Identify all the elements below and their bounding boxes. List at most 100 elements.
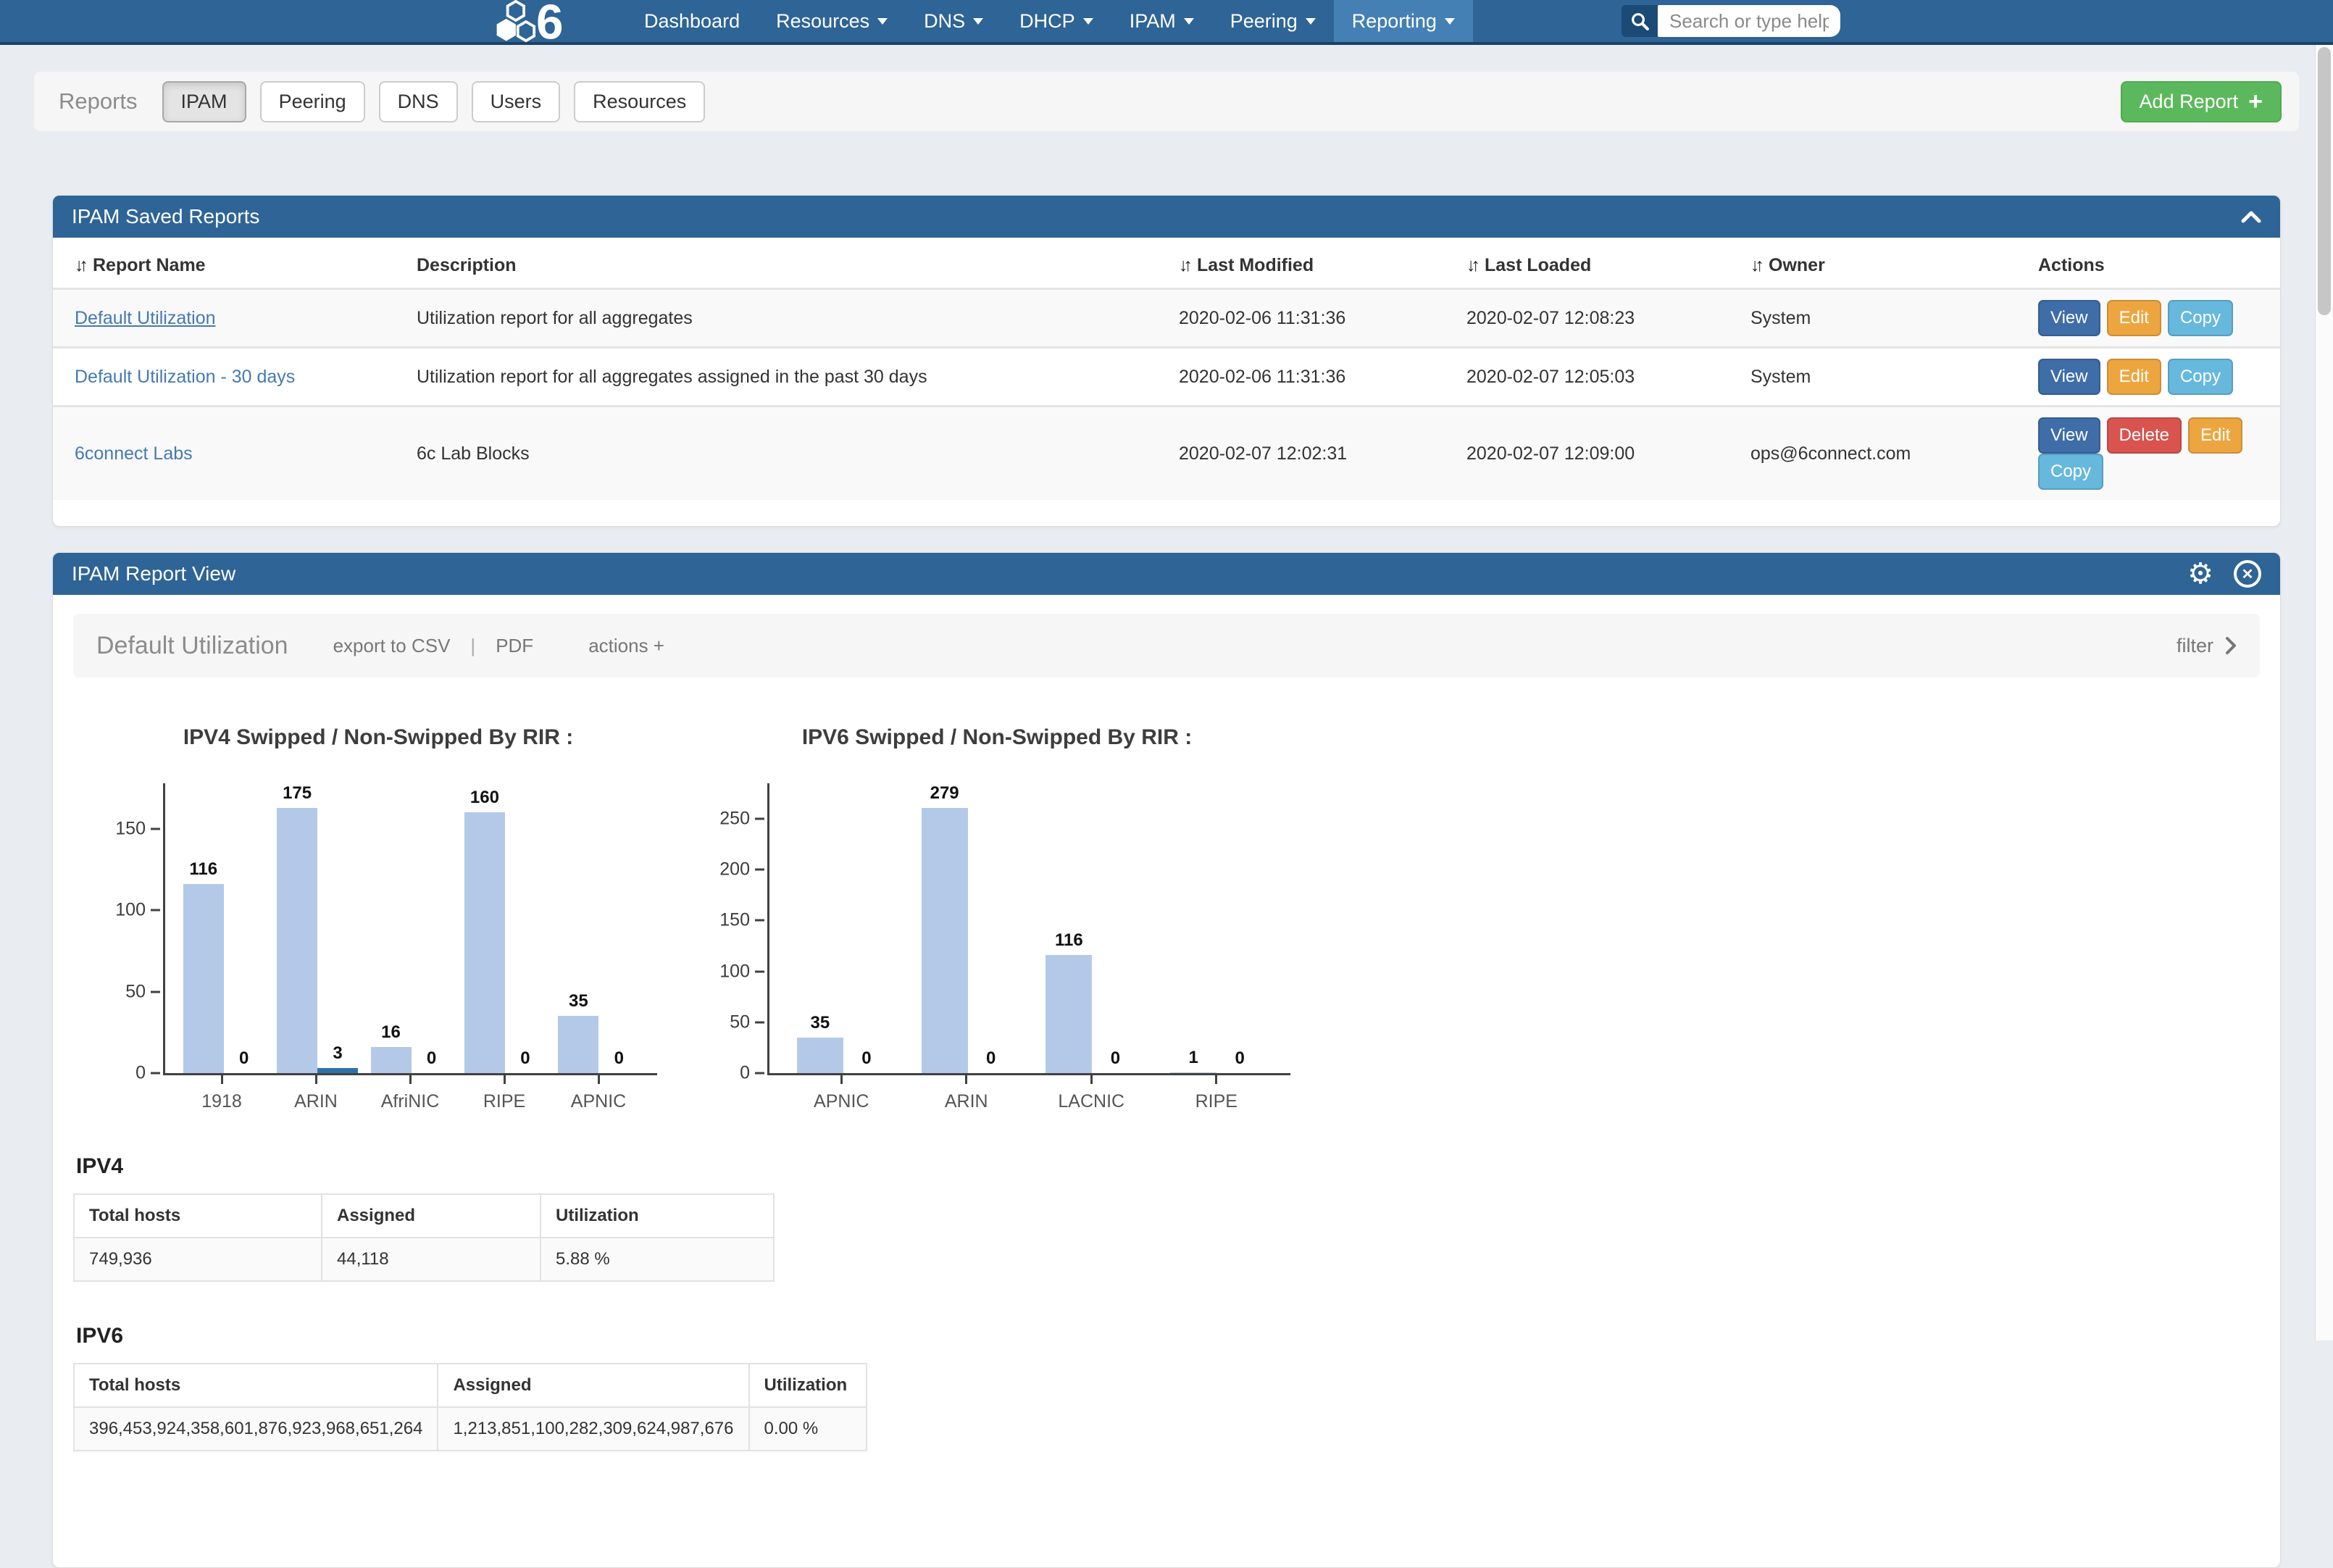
y-tick-label: 150 [719, 910, 750, 931]
tab-resources[interactable]: Resources [574, 81, 705, 122]
x-axis-label: ARIN [294, 1091, 338, 1112]
column-label: Report Name [93, 255, 206, 275]
y-tick-mark [755, 919, 764, 922]
gear-icon[interactable]: ⚙ [2187, 559, 2213, 588]
report-tabs: IPAM Peering DNS Users Resources [162, 81, 719, 122]
6connect-logo[interactable]: 6 [493, 0, 601, 43]
ipv6-chart: IPV6 Swipped / Non-Swipped By RIR :05010… [704, 714, 1290, 1112]
table-header-row: ↓↑Report NameDescription↓↑Last Modified↓… [53, 238, 2280, 289]
row-actions: ViewEditCopy [2027, 348, 2280, 406]
nav-item-reporting[interactable]: Reporting [1334, 0, 1473, 42]
add-report-button[interactable]: Add Report + [2121, 81, 2282, 122]
sort-icon: ↓↑ [1179, 255, 1188, 275]
ipv6-summary-table: Total hostsAssignedUtilization396,453,92… [73, 1363, 867, 1451]
edit-button[interactable]: Edit [2188, 417, 2242, 454]
edit-button[interactable]: Edit [2107, 300, 2161, 336]
x-tick-mark [840, 1075, 843, 1084]
y-tick-label: 100 [115, 900, 146, 921]
x-axis-label: APNIC [814, 1091, 869, 1112]
ipv4-section-heading: IPV4 [76, 1154, 2280, 1179]
view-button[interactable]: View [2038, 300, 2100, 336]
view-button[interactable]: View [2038, 417, 2100, 454]
export-pdf-link[interactable]: PDF [496, 635, 533, 657]
chart-plot: 0501001502002503502790116010 [767, 783, 1290, 1075]
filter-toggle[interactable]: filter [2177, 635, 2237, 657]
owner-value: System [1739, 348, 2027, 406]
summary-value: 1,213,851,100,282,309,624,987,676 [438, 1407, 748, 1451]
column-header-last-loaded[interactable]: ↓↑Last Loaded [1455, 238, 1739, 289]
bar-swipped [1170, 1072, 1216, 1073]
caret-down-icon [1306, 18, 1316, 25]
export-csv-link[interactable]: export to CSV [333, 635, 451, 657]
bar-non-swipped [317, 1068, 358, 1073]
nav-item-dns[interactable]: DNS [906, 0, 1001, 42]
plus-icon: + [2248, 93, 2263, 110]
bar-group-ripe: 10 [1154, 783, 1279, 1073]
last-loaded-value: 2020-02-07 12:05:03 [1455, 348, 1739, 406]
column-header-owner[interactable]: ↓↑Owner [1739, 238, 2027, 289]
last-modified-value: 2020-02-06 11:31:36 [1167, 348, 1455, 406]
nav-item-dhcp[interactable]: DHCP [1001, 0, 1111, 42]
summary-column-utilization: Utilization [541, 1194, 774, 1238]
bar-swipped [464, 812, 505, 1073]
y-tick-mark [151, 909, 160, 912]
nav-item-dashboard[interactable]: Dashboard [626, 0, 758, 42]
last-modified-value: 2020-02-06 11:31:36 [1167, 289, 1455, 348]
bar-value-label: 0 [861, 1048, 871, 1069]
y-tick-label: 0 [740, 1063, 750, 1084]
y-tick-mark [755, 1072, 764, 1075]
saved-reports-body: Default UtilizationUtilization report fo… [53, 289, 2280, 501]
report-name-link[interactable]: Default Utilization [75, 308, 216, 328]
copy-button[interactable]: Copy [2168, 300, 2233, 336]
summary-value: 5.88 % [541, 1238, 774, 1281]
bar-group-arin: 1753 [270, 783, 364, 1073]
tab-ipam[interactable]: IPAM [162, 81, 246, 122]
saved-reports-panel: IPAM Saved Reports ↓↑Report NameDescript… [52, 195, 2281, 527]
edit-button[interactable]: Edit [2107, 359, 2161, 395]
bar-value-label: 175 [283, 783, 312, 804]
report-name-link[interactable]: Default Utilization - 30 days [75, 367, 295, 387]
nav-item-ipam[interactable]: IPAM [1111, 0, 1212, 42]
summary-column-assigned: Assigned [438, 1364, 748, 1407]
x-tick-mark [221, 1075, 223, 1084]
delete-button[interactable]: Delete [2107, 417, 2182, 454]
bar-swipped [797, 1038, 843, 1073]
y-axis-tick: 0 [99, 1063, 160, 1084]
copy-button[interactable]: Copy [2038, 454, 2103, 490]
y-tick-mark [151, 1072, 160, 1075]
x-axis-label: LACNIC [1058, 1091, 1124, 1112]
y-tick-label: 150 [115, 818, 146, 839]
y-tick-label: 250 [719, 809, 750, 830]
column-label: Last Loaded [1485, 255, 1591, 275]
svg-text:6: 6 [536, 0, 564, 49]
column-header-report-name[interactable]: ↓↑Report Name [53, 238, 405, 289]
chevron-up-icon[interactable] [2241, 211, 2261, 223]
table-row: 6connect Labs6c Lab Blocks2020-02-07 12:… [53, 406, 2280, 501]
column-header-last-modified[interactable]: ↓↑Last Modified [1167, 238, 1455, 289]
x-tick-mark [315, 1075, 317, 1084]
y-axis-tick: 150 [99, 818, 160, 839]
bar-group-lacnic: 1160 [1030, 783, 1155, 1073]
tab-peering[interactable]: Peering [260, 81, 365, 122]
saved-reports-panel-header: IPAM Saved Reports [53, 196, 2280, 238]
ipv6-section-heading: IPV6 [76, 1324, 2280, 1348]
nav-item-resources[interactable]: Resources [758, 0, 906, 42]
bar-value-label: 35 [811, 1013, 830, 1033]
close-icon[interactable]: ✕ [2234, 560, 2261, 588]
tab-dns[interactable]: DNS [379, 81, 458, 122]
bar-value-label: 279 [930, 783, 959, 804]
view-button[interactable]: View [2038, 359, 2100, 395]
scrollbar[interactable] [2315, 45, 2333, 1340]
nav-item-peering[interactable]: Peering [1212, 0, 1334, 42]
report-name-link[interactable]: 6connect Labs [75, 443, 193, 464]
search-icon[interactable] [1622, 5, 1658, 37]
chart-title: IPV6 Swipped / Non-Swipped By RIR : [704, 725, 1290, 750]
scrollbar-thumb[interactable] [2318, 47, 2331, 315]
x-tick-mark [1215, 1075, 1217, 1084]
table-row: Default Utilization - 30 daysUtilization… [53, 348, 2280, 406]
last-modified-value: 2020-02-07 12:02:31 [1167, 406, 1455, 501]
copy-button[interactable]: Copy [2168, 359, 2233, 395]
search-input[interactable] [1658, 5, 1840, 37]
actions-menu[interactable]: actions + [588, 635, 664, 657]
tab-users[interactable]: Users [472, 81, 561, 122]
